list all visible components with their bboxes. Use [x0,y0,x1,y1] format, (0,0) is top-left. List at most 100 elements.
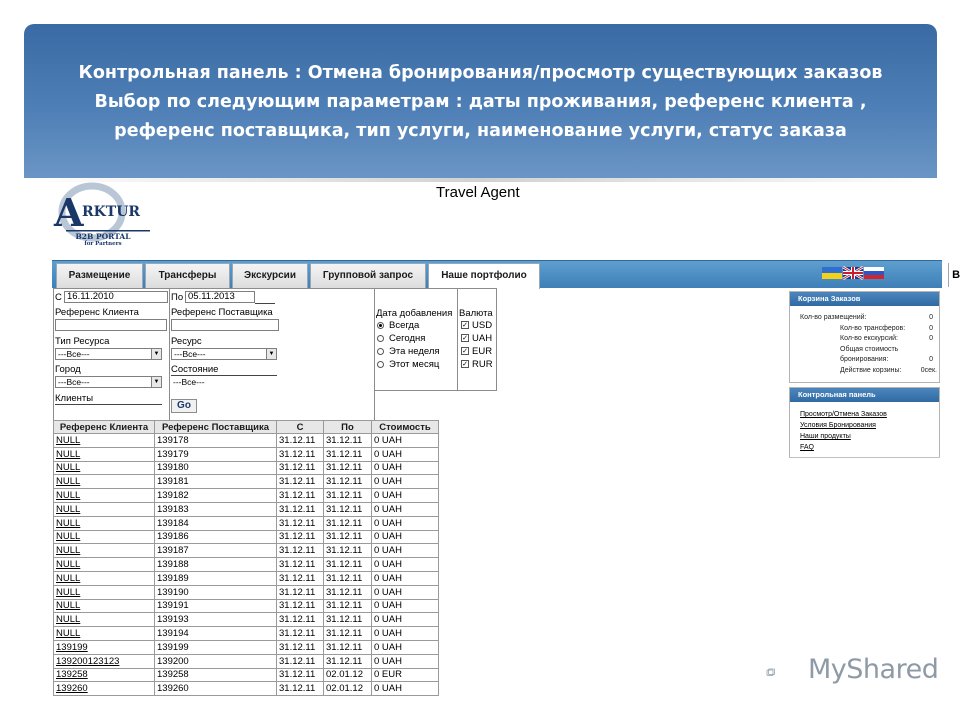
table-row[interactable]: NULL 139188 31.12.11 31.12.11 0 UAH [53,557,439,572]
link-view-cancel-orders[interactable]: Просмотр/Отмена Заказов [790,409,939,420]
status-select[interactable]: ---Все--- [171,377,277,389]
uah-checkbox[interactable]: ✓ [461,334,469,342]
logo-b2b-text: B2B PORTAL [75,232,131,241]
cost-cell: 0 UAH [371,598,439,614]
supplier-ref-cell: 139200 [154,653,277,669]
russia-flag-icon [864,267,884,271]
date-always-radio[interactable] [377,322,384,329]
eur-checkbox[interactable]: ✓ [461,347,469,355]
col-cost[interactable]: Стоимость [371,420,439,434]
date-option-label: Этот месяц [389,359,440,370]
table-row[interactable]: NULL 139183 31.12.11 31.12.11 0 UAH [53,501,439,517]
table-row[interactable]: NULL 139190 31.12.11 31.12.11 0 UAH [53,584,439,600]
usd-checkbox[interactable]: ✓ [461,321,469,329]
table-header-row: Референс Клиента Референс Поставщика С П… [53,420,439,434]
go-button[interactable]: Go [171,399,197,413]
table-row[interactable]: NULL 139178 31.12.11 31.12.11 0 UAH [53,433,439,448]
table-row[interactable]: NULL 139187 31.12.11 31.12.11 0 UAH [53,543,439,559]
table-row[interactable]: NULL 139189 31.12.11 31.12.11 0 UAH [53,570,439,586]
table-row[interactable]: NULL 139182 31.12.11 31.12.11 0 UAH [53,488,439,503]
date-month-radio[interactable] [377,361,384,368]
link-booking-terms[interactable]: Условия Бронирования [790,420,939,431]
city-label: Город [55,364,81,375]
date-today-radio[interactable] [377,335,384,342]
from-cell: 31.12.11 [276,446,324,462]
table-row[interactable]: 139260 139260 31.12.11 02.01.12 0 UAH [53,681,439,697]
client-ref-cell[interactable]: 139199 [53,639,155,655]
ukraine-flag-icon [822,267,842,273]
tab-portfolio[interactable]: Наше портфолио [428,263,540,289]
to-cell: 31.12.11 [323,570,372,586]
client-ref-cell[interactable]: NULL [53,515,155,531]
table-row[interactable]: 139199 139199 31.12.11 31.12.11 0 UAH [53,639,439,655]
cost-cell: 0 UAH [371,488,439,503]
tab-group-request[interactable]: Групповой запрос [310,263,426,289]
cost-cell: 0 UAH [371,446,439,462]
to-date-line [255,303,275,304]
supplier-ref-cell: 139187 [154,543,277,559]
table-row[interactable]: NULL 139186 31.12.11 31.12.11 0 UAH [53,529,439,545]
tab-accommodation[interactable]: Размещение [56,263,143,289]
table-row[interactable]: 139200123123 139200 31.12.11 31.12.11 0 UAH [53,653,439,669]
chevron-down-icon: ▼ [151,349,161,359]
exit-button[interactable]: Выход [948,263,960,287]
to-cell: 31.12.11 [323,488,372,503]
resource-select[interactable]: ---Все--- ▼ [171,348,277,360]
from-cell: 31.12.11 [276,626,324,641]
table-row[interactable]: NULL 139180 31.12.11 31.12.11 0 UAH [53,460,439,476]
to-cell: 31.12.11 [323,460,372,476]
table-row[interactable]: NULL 139194 31.12.11 31.12.11 0 UAH [53,626,439,641]
clients-field-line[interactable] [55,404,162,405]
col-from[interactable]: С [276,420,324,434]
to-cell: 31.12.11 [323,529,372,545]
client-ref-cell[interactable]: NULL [53,446,155,462]
resource-type-label: Тип Ресурса [55,336,110,347]
col-supplier-ref[interactable]: Референс Поставщика [154,420,277,434]
client-ref-cell[interactable]: 139200123123 [53,653,155,669]
client-ref-cell[interactable]: 139260 [53,681,155,697]
client-ref-cell[interactable]: NULL [53,557,155,572]
from-cell: 31.12.11 [276,570,324,586]
to-date-input[interactable]: 05.11.2013 [185,291,255,303]
cart-row: Кол-во трансферов: 0 [790,324,939,335]
date-week-radio[interactable] [377,348,384,355]
client-ref-cell[interactable]: NULL [53,570,155,586]
client-ref-cell[interactable]: NULL [53,433,155,448]
client-ref-cell[interactable]: NULL [53,501,155,517]
table-row[interactable]: NULL 139191 31.12.11 31.12.11 0 UAH [53,598,439,614]
city-select[interactable]: ---Все--- ▼ [55,376,162,388]
client-ref-cell[interactable]: NULL [53,474,155,490]
link-faq[interactable]: FAQ [790,442,939,453]
client-ref-cell[interactable]: 139258 [53,667,155,683]
tab-excursions[interactable]: Экскурсии [232,263,308,289]
link-our-products[interactable]: Наши продукты [790,431,939,442]
logo-subtitle: B2B PORTAL for Partners [58,232,148,247]
rur-checkbox[interactable]: ✓ [461,360,469,368]
from-label: С [55,292,62,303]
language-flags-icon[interactable] [822,266,884,280]
client-ref-cell[interactable]: NULL [53,529,155,545]
client-ref-cell[interactable]: NULL [53,612,155,628]
table-row[interactable]: NULL 139193 31.12.11 31.12.11 0 UAH [53,612,439,628]
table-row[interactable]: NULL 139184 31.12.11 31.12.11 0 UAH [53,515,439,531]
table-row[interactable]: NULL 139179 31.12.11 31.12.11 0 UAH [53,446,439,462]
col-to[interactable]: По [323,420,372,434]
client-ref-cell[interactable]: NULL [53,626,155,641]
client-ref-cell[interactable]: NULL [53,598,155,614]
client-ref-input[interactable] [55,319,167,331]
supplier-ref-input[interactable] [171,319,279,331]
col-client-ref[interactable]: Референс Клиента [53,420,155,434]
client-ref-cell[interactable]: NULL [53,460,155,476]
resource-type-select[interactable]: ---Все--- ▼ [55,348,162,360]
table-row[interactable]: NULL 139181 31.12.11 31.12.11 0 UAH [53,474,439,490]
table-row[interactable]: 139258 139258 31.12.11 02.01.12 0 EUR [53,667,439,683]
client-ref-cell[interactable]: NULL [53,488,155,503]
chevron-down-icon: ▼ [151,377,161,387]
client-ref-cell[interactable]: NULL [53,543,155,559]
from-date-input[interactable]: 16.11.2010 [64,291,168,303]
control-panel-title: Контрольная панель [790,388,939,402]
to-label: По [171,292,184,303]
client-ref-cell[interactable]: NULL [53,584,155,600]
myshared-logo-icon [766,668,775,676]
tab-transfers[interactable]: Трансферы [145,263,230,289]
